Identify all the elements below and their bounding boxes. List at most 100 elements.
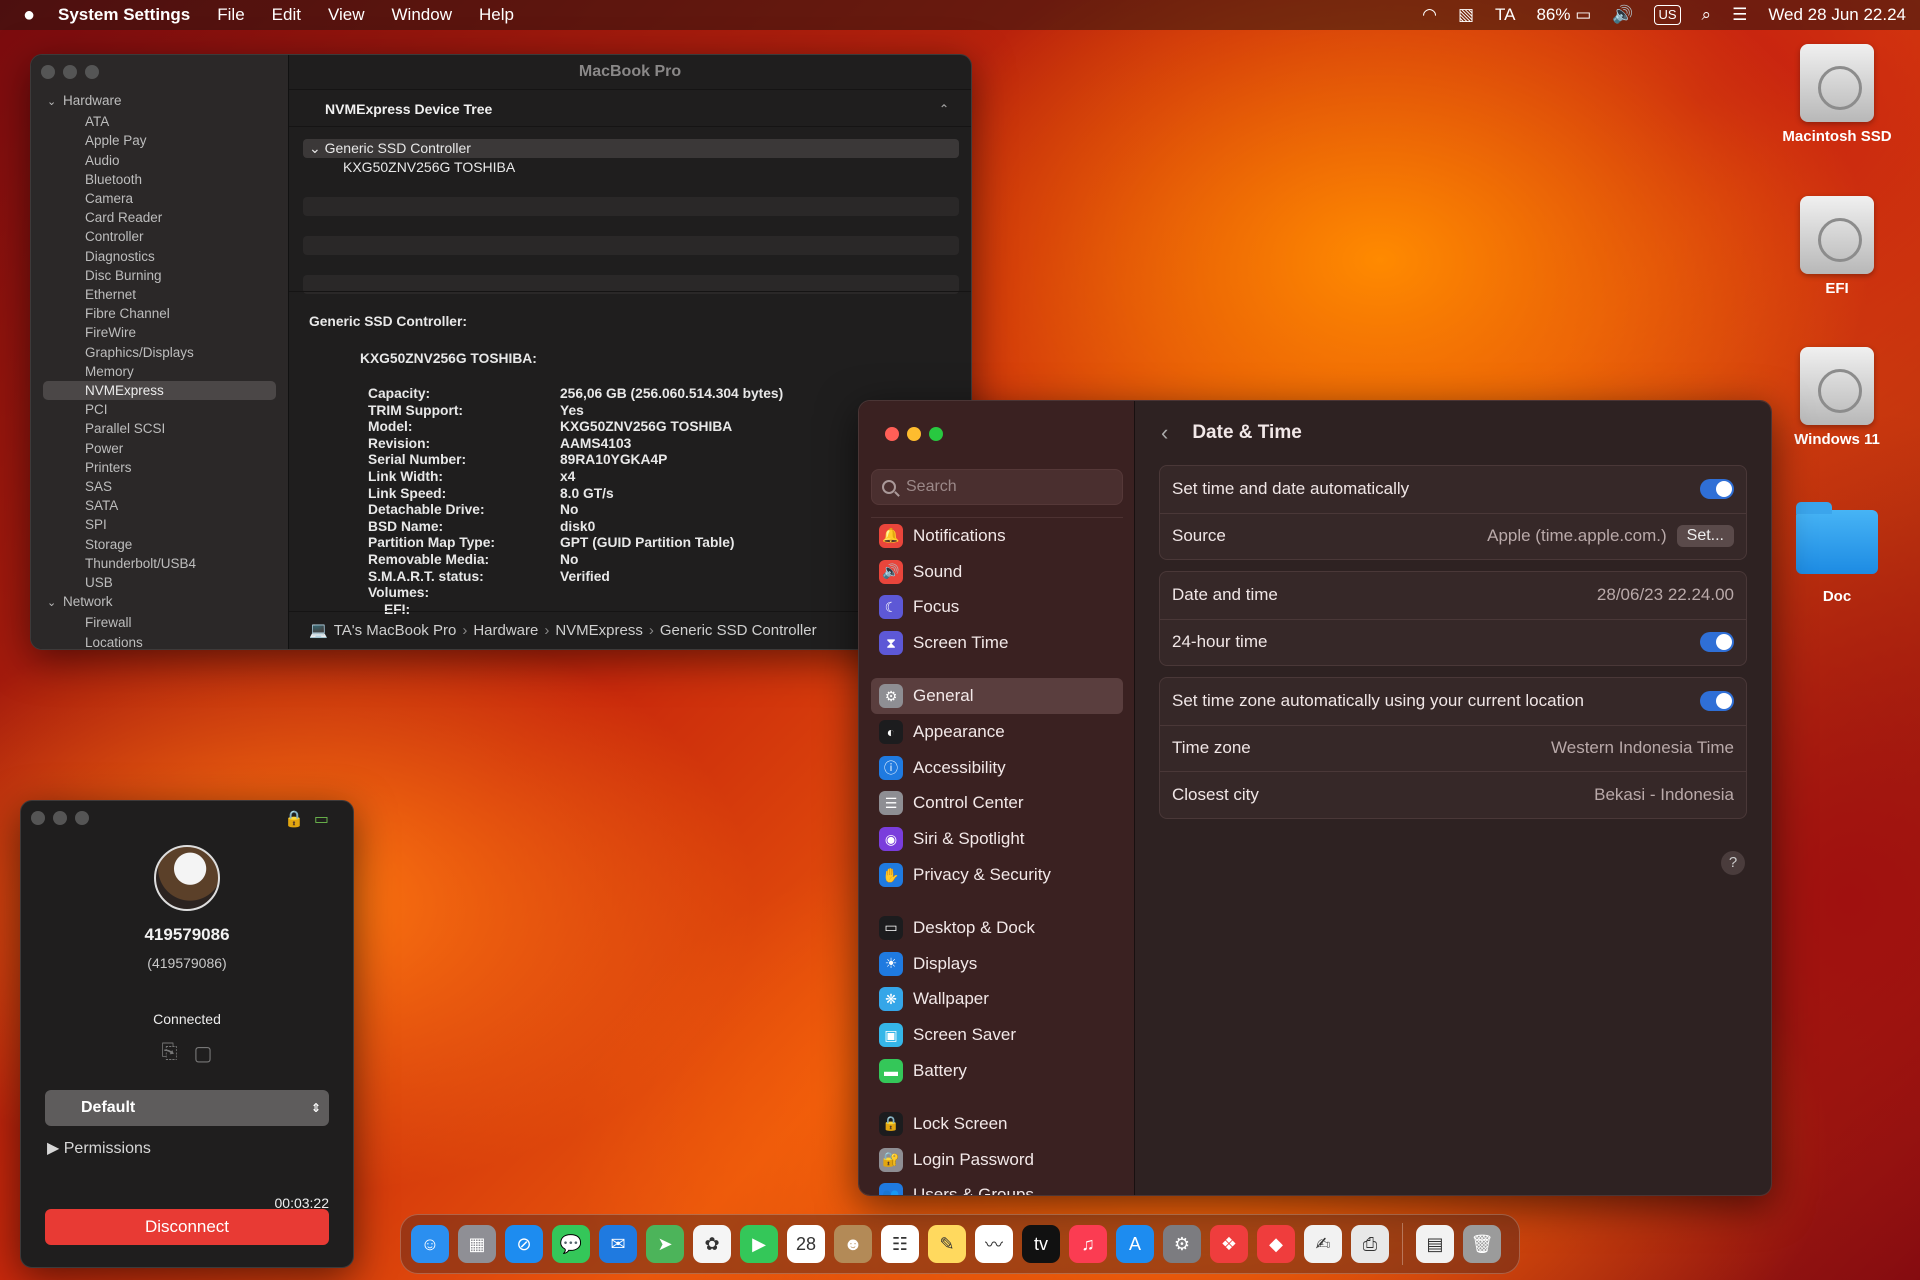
sidebar-item-desktop-dock[interactable]: ▭ Desktop & Dock [871, 910, 1123, 946]
finder-icon[interactable]: ☺ [411, 1225, 449, 1263]
search-field[interactable]: Search [871, 469, 1123, 505]
toggle-switch[interactable] [1700, 632, 1734, 653]
battery-status[interactable]: 86% ▭ [1536, 5, 1591, 25]
minimize-button[interactable] [907, 427, 921, 441]
tree-row-controller[interactable]: ⌄ Generic SSD Controller [303, 139, 959, 158]
sidebar-group-network[interactable]: ⌄ Network [31, 592, 288, 613]
chat-icon[interactable]: ▭ [314, 809, 329, 829]
sidebar-item-notifications[interactable]: 🔔 Notifications [871, 518, 1123, 554]
sidebar-item-battery[interactable]: ▬ Battery [871, 1053, 1123, 1089]
contacts-icon[interactable]: ☻ [834, 1225, 872, 1263]
spotlight-search-icon[interactable]: ⌕ [1702, 5, 1712, 25]
menu-file[interactable]: File [217, 5, 244, 25]
chat-bubble-icon[interactable]: ▢ [194, 1041, 213, 1066]
control-center-icon[interactable]: ☰ [1732, 5, 1747, 25]
sidebar-item-parallel-scsi[interactable]: Parallel SCSI [31, 419, 288, 438]
chevron-up-icon[interactable]: ⌃ [939, 90, 949, 128]
menu-app-name[interactable]: System Settings [58, 5, 190, 25]
close-button[interactable] [41, 65, 55, 79]
launchpad-icon[interactable]: ▦ [458, 1225, 496, 1263]
sidebar-item-locations[interactable]: Locations [31, 633, 288, 649]
tree-header[interactable]: NVMExpress Device Tree ⌃ [289, 89, 971, 127]
messages-icon[interactable]: 💬 [552, 1225, 590, 1263]
close-button[interactable] [885, 427, 899, 441]
close-button[interactable] [31, 811, 45, 825]
sidebar-item-storage[interactable]: Storage [31, 535, 288, 554]
sidebar-item-thunderbolt-usb4[interactable]: Thunderbolt/USB4 [31, 554, 288, 573]
sidebar-item-firewall[interactable]: Firewall [31, 613, 288, 632]
zoom-button[interactable] [75, 811, 89, 825]
sidebar-item-general[interactable]: ⚙ General [871, 678, 1123, 714]
menu-edit[interactable]: Edit [272, 5, 301, 25]
help-button[interactable]: ? [1721, 851, 1745, 875]
sidebar-item-diagnostics[interactable]: Diagnostics [31, 247, 288, 266]
toggle-switch[interactable] [1700, 691, 1734, 712]
sidebar-group-hardware[interactable]: ⌄ Hardware [31, 91, 288, 112]
sidebar-item-camera[interactable]: Camera [31, 189, 288, 208]
tv-icon[interactable]: tv [1022, 1225, 1060, 1263]
safari-icon[interactable]: ⊘ [505, 1225, 543, 1263]
sidebar-item-card-reader[interactable]: Card Reader [31, 208, 288, 227]
reminders-icon[interactable]: ☷ [881, 1225, 919, 1263]
sidebar-item-siri-spotlight[interactable]: ◉ Siri & Spotlight [871, 821, 1123, 857]
sidebar-item-pci[interactable]: PCI [31, 400, 288, 419]
file-transfer-icon[interactable]: ⎘ [162, 1041, 178, 1066]
zoom-button[interactable] [929, 427, 943, 441]
trash-icon[interactable]: 🗑 [1463, 1225, 1501, 1263]
printer-icon[interactable]: ⎙ [1351, 1225, 1389, 1263]
maps-icon[interactable]: ➤ [646, 1225, 684, 1263]
disconnect-button[interactable]: Disconnect [45, 1209, 329, 1245]
sidebar-item-ethernet[interactable]: Ethernet [31, 285, 288, 304]
input-source[interactable]: US [1654, 5, 1681, 25]
chevron-down-icon[interactable]: ⌄ [309, 140, 325, 156]
sidebar-item-disc-burning[interactable]: Disc Burning [31, 266, 288, 285]
system-settings-icon[interactable]: ⚙ [1163, 1225, 1201, 1263]
calendar-icon[interactable]: 28 [787, 1225, 825, 1263]
sidebar-item-control-center[interactable]: ☰ Control Center [871, 786, 1123, 822]
activity-monitor-icon[interactable]: ▧ [1458, 5, 1474, 25]
music-icon[interactable]: ♫ [1069, 1225, 1107, 1263]
sidebar-item-graphics-displays[interactable]: Graphics/Displays [31, 343, 288, 362]
sidebar-item-printers[interactable]: Printers [31, 458, 288, 477]
zoom-button[interactable] [85, 65, 99, 79]
path-item[interactable]: Hardware [473, 612, 538, 649]
sidebar-item-login-password[interactable]: 🔐 Login Password [871, 1142, 1123, 1178]
profile-select[interactable]: Default ⇕ [45, 1090, 329, 1126]
anydesk-icon[interactable]: ◆ [1257, 1225, 1295, 1263]
sidebar-item-focus[interactable]: ☾ Focus [871, 590, 1123, 626]
sidebar-item-accessibility[interactable]: ⓘ Accessibility [871, 750, 1123, 786]
sidebar-item-audio[interactable]: Audio [31, 151, 288, 170]
sidebar-item-nvmexpress[interactable]: NVMExpress [43, 381, 276, 401]
menu-window[interactable]: Window [392, 5, 452, 25]
sidebar-item-sound[interactable]: 🔊 Sound [871, 554, 1123, 590]
apple-menu-icon[interactable]: ● [14, 4, 44, 27]
app-store-icon[interactable]: A [1116, 1225, 1154, 1263]
menu-help[interactable]: Help [479, 5, 514, 25]
photos-icon[interactable]: ✿ [693, 1225, 731, 1263]
sidebar-item-sata[interactable]: SATA [31, 496, 288, 515]
sidebar-item-appearance[interactable]: ◐ Appearance [871, 714, 1123, 750]
sidebar-item-lock-screen[interactable]: 🔒 Lock Screen [871, 1106, 1123, 1142]
sidebar-item-bluetooth[interactable]: Bluetooth [31, 170, 288, 189]
permissions-disclosure[interactable]: ▶ Permissions [47, 1138, 353, 1158]
notes-icon[interactable]: ✎ [928, 1225, 966, 1263]
sidebar-item-usb[interactable]: USB [31, 573, 288, 592]
remote-desktop-icon[interactable]: ❖ [1210, 1225, 1248, 1263]
volume-icon[interactable]: 🔊 [1612, 5, 1633, 25]
sidebar-item-apple-pay[interactable]: Apple Pay [31, 131, 288, 150]
sidebar-item-ata[interactable]: ATA [31, 112, 288, 131]
sidebar-item-privacy-security[interactable]: ✋ Privacy & Security [871, 857, 1123, 893]
desktop-icon-efi[interactable]: EFI [1762, 196, 1912, 297]
user-initials[interactable]: TA [1495, 5, 1515, 25]
minimize-button[interactable] [63, 65, 77, 79]
sidebar-item-power[interactable]: Power [31, 439, 288, 458]
textedit-icon[interactable]: ✍ [1304, 1225, 1342, 1263]
desktop-icon-doc[interactable]: Doc [1762, 500, 1912, 605]
path-item[interactable]: Generic SSD Controller [660, 612, 817, 649]
mail-icon[interactable]: ✉ [599, 1225, 637, 1263]
sidebar-item-displays[interactable]: ☀ Displays [871, 946, 1123, 982]
desktop-icon-windows-11[interactable]: Windows 11 [1762, 347, 1912, 448]
desktop-icon-macintosh-ssd[interactable]: Macintosh SSD [1762, 44, 1912, 145]
sidebar-item-screen-time[interactable]: ⧗ Screen Time [871, 625, 1123, 661]
sidebar-item-controller[interactable]: Controller [31, 227, 288, 246]
